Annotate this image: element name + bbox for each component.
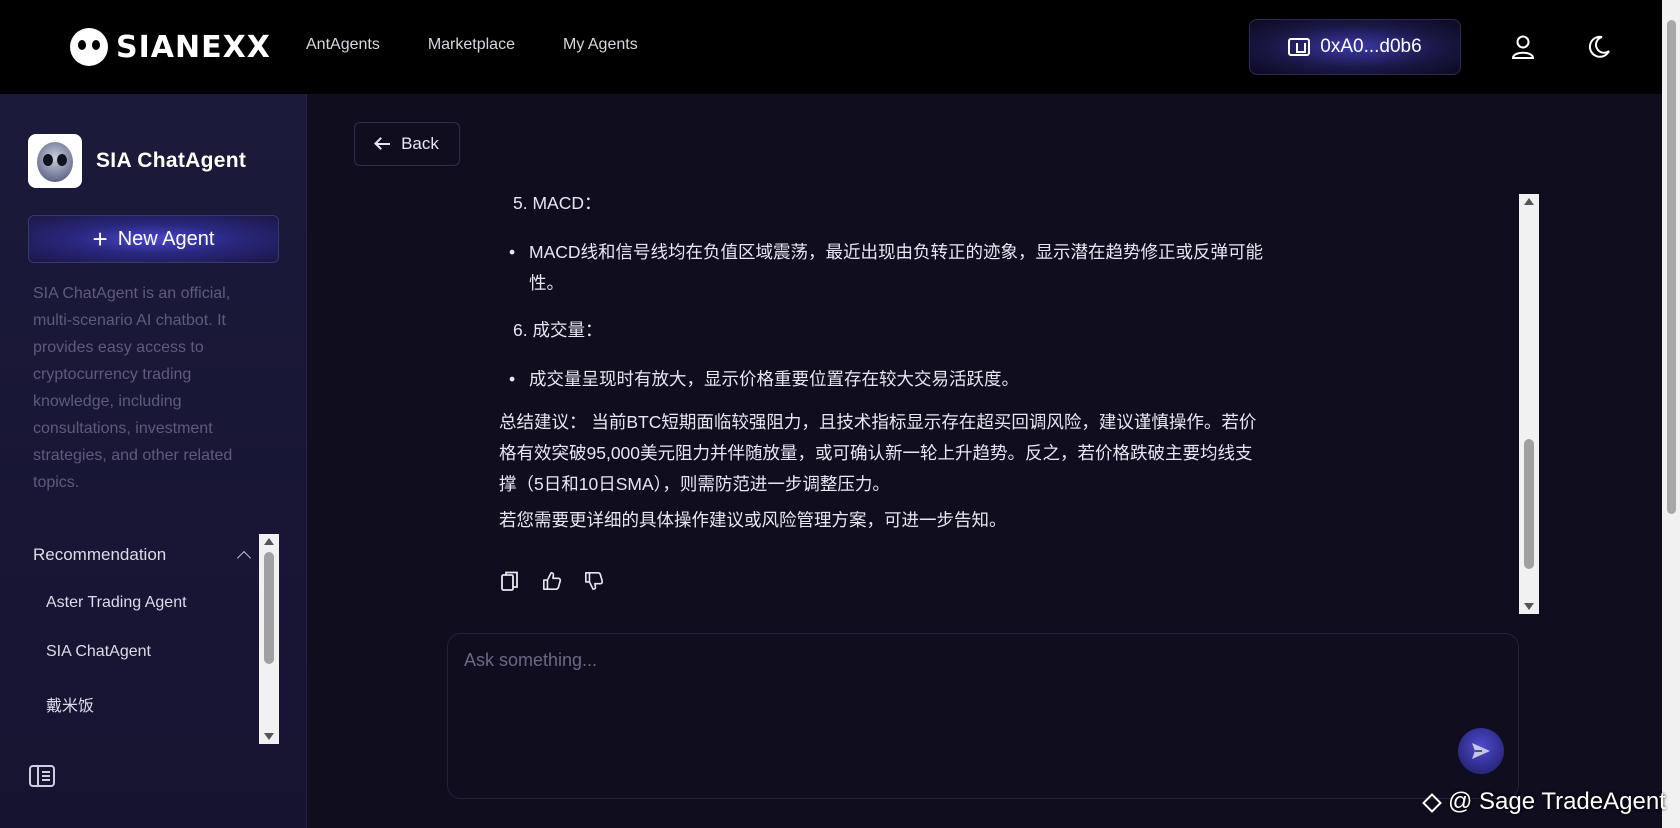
scroll-down-arrow-icon[interactable] — [264, 733, 274, 740]
scroll-up-arrow-icon[interactable] — [264, 538, 274, 545]
brand-logo[interactable]: SIANEXX — [70, 28, 271, 66]
binance-icon — [1420, 791, 1442, 813]
new-agent-label: New Agent — [117, 227, 215, 250]
logo-text: SIANEXX — [116, 29, 271, 65]
list-item-title: 6. 成交量： — [513, 320, 603, 340]
scroll-up-arrow-icon[interactable] — [1524, 198, 1534, 205]
recommendation-scrollbar[interactable] — [259, 534, 279, 744]
moon-icon[interactable] — [1585, 33, 1613, 61]
top-navbar: SIANEXX AntAgents Marketplace My Agents … — [0, 0, 1662, 94]
bullet-item: 成交量呈现时有放大，显示价格重要位置存在较大交易活跃度。 — [509, 364, 1269, 395]
chat-scrollbar[interactable] — [1519, 194, 1539, 614]
back-button[interactable]: Back — [354, 122, 460, 166]
sidebar-toggle-icon[interactable] — [29, 765, 55, 787]
wallet-button[interactable]: 0xA0...d0b6 — [1249, 19, 1461, 75]
sidebar: SIA ChatAgent + New Agent SIA ChatAgent … — [0, 94, 307, 828]
list-item-title: 5. MACD： — [513, 193, 602, 213]
arrow-left-icon — [375, 137, 391, 151]
watermark: @ Sage TradeAgent — [1420, 788, 1666, 816]
scroll-down-arrow-icon[interactable] — [1524, 603, 1534, 610]
message-input[interactable] — [464, 650, 1464, 730]
ant-logo-icon — [70, 28, 108, 66]
scrollbar-thumb[interactable] — [1524, 439, 1534, 569]
agent-name: SIA ChatAgent — [96, 149, 247, 172]
page-scrollbar-thumb[interactable] — [1667, 20, 1676, 514]
watermark-text: @ Sage TradeAgent — [1448, 788, 1666, 815]
message-actions — [500, 570, 604, 592]
assistant-message: 5. MACD： MACD线和信号线均在负值区域震荡，最近出现由负转正的迹象，显… — [499, 188, 1269, 542]
bullet-list: MACD线和信号线均在负值区域震荡，最近出现由负转正的迹象，显示潜在趋势修正或反… — [509, 237, 1269, 299]
chat-main: Back 5. MACD： MACD线和信号线均在负值区域震荡，最近出现由负转正… — [307, 94, 1662, 828]
chevron-up-icon — [236, 550, 252, 566]
new-agent-button[interactable]: + New Agent — [28, 215, 279, 263]
page-scrollbar[interactable] — [1662, 0, 1680, 828]
recommendation-item[interactable]: Aster Trading Agent — [46, 594, 187, 643]
summary-paragraph: 总结建议： 当前BTC短期面临较强阻力，且技术指标显示存在超买回调风险，建议谨慎… — [499, 412, 1257, 494]
recommendation-item[interactable]: 戴米饭 — [46, 692, 187, 741]
recommendation-label: Recommendation — [33, 545, 167, 564]
user-icon[interactable] — [1509, 33, 1537, 61]
send-button[interactable] — [1458, 728, 1504, 774]
plus-icon: + — [92, 224, 108, 254]
agent-description: SIA ChatAgent is an official, multi-scen… — [33, 285, 233, 491]
main-nav: AntAgents Marketplace My Agents — [306, 36, 638, 54]
recommendation-list: Aster Trading Agent SIA ChatAgent 戴米饭 — [46, 594, 187, 741]
scrollbar-thumb[interactable] — [264, 552, 274, 664]
bullet-list: 成交量呈现时有放大，显示价格重要位置存在较大交易活跃度。 — [509, 364, 1269, 395]
bullet-item: MACD线和信号线均在负值区域震荡，最近出现由负转正的迹象，显示潜在趋势修正或反… — [509, 237, 1269, 299]
nav-antagents[interactable]: AntAgents — [306, 36, 380, 54]
nav-my-agents[interactable]: My Agents — [563, 36, 638, 54]
send-icon — [1472, 743, 1490, 759]
closing-paragraph: 若您需要更详细的具体操作建议或风险管理方案，可进一步告知。 — [499, 510, 1007, 530]
thumbs-down-icon[interactable] — [584, 570, 604, 592]
thumbs-up-icon[interactable] — [542, 570, 562, 592]
recommendation-item[interactable]: SIA ChatAgent — [46, 643, 187, 692]
recommendation-toggle[interactable]: Recommendation — [33, 545, 253, 566]
wallet-icon — [1288, 38, 1311, 56]
agent-avatar — [28, 134, 82, 188]
nav-marketplace[interactable]: Marketplace — [428, 36, 515, 54]
agent-header: SIA ChatAgent — [28, 134, 246, 188]
back-label: Back — [401, 134, 439, 153]
copy-icon[interactable] — [500, 570, 520, 592]
message-composer — [447, 633, 1519, 799]
wallet-address: 0xA0...d0b6 — [1320, 36, 1422, 57]
